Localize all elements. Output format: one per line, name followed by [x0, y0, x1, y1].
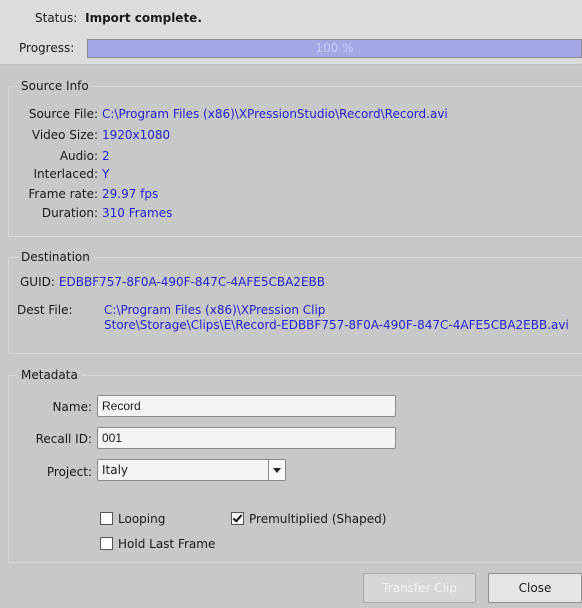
interlaced-label: Interlaced:: [33, 167, 99, 181]
frame-rate-label: Frame rate:: [28, 187, 98, 201]
recall-id-label: Recall ID:: [35, 432, 92, 446]
progress-label: Progress:: [19, 41, 75, 55]
frame-rate-value: 29.97 fps: [102, 187, 159, 201]
dest-file-value: C:\Program Files (x86)\XPression Clip St…: [104, 303, 569, 333]
looping-checkbox[interactable]: Looping: [100, 512, 165, 526]
duration-value: 310 Frames: [102, 206, 173, 220]
close-button[interactable]: Close: [488, 573, 582, 603]
duration-label: Duration:: [41, 206, 98, 220]
destination-group: Destination: [8, 250, 582, 354]
recall-id-input[interactable]: [97, 427, 396, 449]
frame-rate-row: Frame rate: 29.97 fps: [0, 187, 158, 201]
status-value: Import complete.: [85, 11, 202, 25]
dest-file-line2: Store\Storage\Clips\E\Record-EDBBF757-8F…: [104, 318, 569, 332]
interlaced-row: Interlaced: Y: [0, 167, 110, 181]
source-info-title: Source Info: [21, 79, 89, 93]
status-panel: Status: Import complete. Progress: 100 %: [0, 0, 582, 65]
looping-label: Looping: [118, 512, 166, 526]
interlaced-value: Y: [102, 167, 110, 181]
chevron-down-icon[interactable]: [268, 460, 285, 480]
guid-label: GUID:: [20, 275, 55, 289]
status-row: Status: Import complete.: [35, 11, 202, 25]
audio-label: Audio:: [59, 149, 98, 163]
guid-value: EDBBF757-8F0A-490F-847C-4AFE5CBA2EBB: [58, 275, 325, 289]
status-label: Status:: [35, 11, 78, 25]
hold-last-frame-checkbox-box[interactable]: [100, 537, 113, 550]
video-size-value: 1920x1080: [102, 128, 171, 142]
premultiplied-label: Premultiplied (Shaped): [249, 512, 387, 526]
guid-row: GUID: EDBBF757-8F0A-490F-847C-4AFE5CBA2EB…: [20, 275, 325, 289]
audio-row: Audio: 2: [0, 149, 110, 163]
dest-file-line1: C:\Program Files (x86)\XPression Clip: [104, 303, 326, 317]
transfer-clip-button[interactable]: Transfer Clip: [363, 573, 476, 603]
dest-file-label: Dest File:: [17, 303, 73, 317]
hold-last-frame-label: Hold Last Frame: [118, 537, 216, 551]
destination-title: Destination: [21, 250, 90, 264]
looping-checkbox-box[interactable]: [100, 512, 113, 525]
metadata-title: Metadata: [21, 368, 78, 382]
premultiplied-checkbox-box[interactable]: [231, 512, 244, 525]
video-size-row: Video Size: 1920x1080: [0, 128, 170, 142]
audio-value: 2: [102, 149, 110, 163]
duration-row: Duration: 310 Frames: [0, 206, 173, 220]
premultiplied-checkbox[interactable]: Premultiplied (Shaped): [231, 512, 386, 526]
name-input[interactable]: [97, 395, 396, 417]
video-size-label: Video Size:: [31, 128, 98, 142]
source-file-value: C:\Program Files (x86)\XPressionStudio\R…: [102, 107, 448, 121]
project-select[interactable]: Italy: [97, 459, 286, 481]
project-label: Project:: [46, 465, 92, 479]
hold-last-frame-checkbox[interactable]: Hold Last Frame: [100, 537, 215, 551]
progress-text: 100 %: [315, 41, 354, 55]
source-file-row: Source File: C:\Program Files (x86)\XPres…: [0, 107, 448, 121]
project-select-value: Italy: [102, 463, 129, 477]
name-label: Name:: [52, 400, 92, 414]
source-file-label: Source File:: [28, 107, 98, 121]
progress-bar: 100 %: [87, 39, 582, 58]
